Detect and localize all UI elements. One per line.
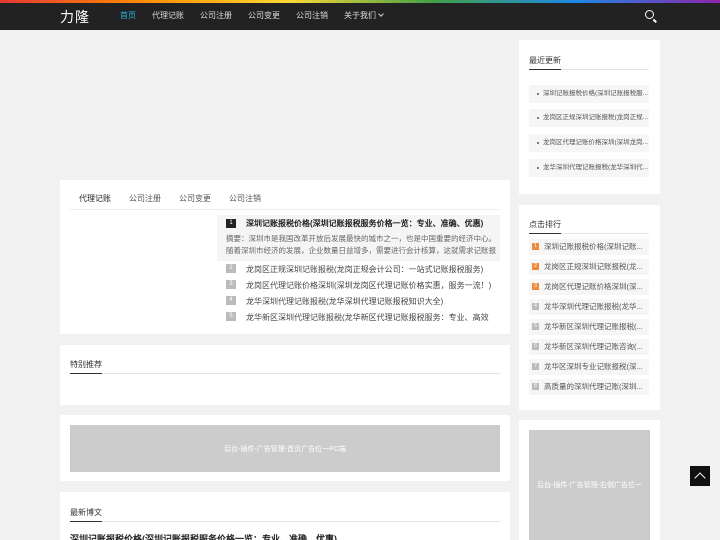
- tab-change[interactable]: 公司变更: [170, 189, 220, 210]
- ad-banner[interactable]: 后台-插件-广告管理-首页广告位一PC端: [70, 425, 500, 472]
- recent-item-label: 龙岗区代理记账价格深圳(深圳龙岗...: [543, 139, 649, 146]
- rank-item-label: 龙华深圳代理记账报税(龙华...: [544, 302, 643, 311]
- rank-item[interactable]: 3 龙岗区代理记账价格深圳(深...: [529, 279, 649, 295]
- rank-badge: 8: [532, 383, 539, 390]
- recent-item-label: 龙华深圳代理记账报税(龙华深圳代...: [543, 164, 649, 171]
- section-underline: [70, 373, 102, 374]
- rank-badge: 4: [532, 303, 539, 310]
- highlight-summary: 摘要：深圳市是我国改革开放后发展最快的城市之一，也是中国重要的经济中心。随着深圳…: [226, 234, 496, 255]
- recent-item-label: 龙岗区正规深圳记账报税(龙岗正规...: [543, 114, 649, 121]
- nav-registration[interactable]: 公司注册: [192, 3, 240, 30]
- rank-item[interactable]: 2 龙岗区正规深圳记账报税(龙...: [529, 259, 649, 275]
- search-icon[interactable]: [645, 10, 654, 19]
- rank-badge: 7: [532, 363, 539, 370]
- rank-item[interactable]: 6 龙华新区深圳代理记账咨询(...: [529, 339, 649, 355]
- recent-item[interactable]: 龙岗区正规深圳记账报税(龙岗正规...: [529, 109, 649, 127]
- recent-title: 最近更新: [529, 56, 561, 65]
- latest-title: 最新博文: [70, 508, 102, 517]
- section-underline: [529, 69, 561, 70]
- article-link[interactable]: 龙岗区正规深圳记账报税(龙岗正规会计公司：一站式记账报税服务): [246, 264, 498, 275]
- rank-badge: 2: [532, 263, 539, 270]
- nav-cancellation[interactable]: 公司注销: [288, 3, 336, 30]
- chevron-down-icon: [378, 11, 384, 17]
- special-title: 特别推荐: [70, 360, 102, 369]
- section-underline: [70, 521, 102, 522]
- rank-item-label: 龙华区深圳专业记账报税(深...: [544, 362, 643, 371]
- main-nav: 首页 代理记账 公司注册 公司变更 公司注销 关于我们: [112, 3, 391, 30]
- tab-registration[interactable]: 公司注册: [120, 189, 170, 210]
- rank-badge: 6: [532, 343, 539, 350]
- rank-item-label: 龙华新区深圳代理记账报税(...: [544, 322, 643, 331]
- article-rank: 1: [226, 219, 236, 228]
- site-header: 力隆 首页 代理记账 公司注册 公司变更 公司注销 关于我们: [0, 3, 720, 30]
- article-link[interactable]: 龙华深圳代理记账报税(龙华深圳代理记账报税知识大全): [246, 296, 498, 307]
- rank-badge: 1: [532, 243, 539, 250]
- article-link[interactable]: 龙岗区代理记账价格深圳(深圳龙岗区代理记账价格实惠，服务一流！): [246, 280, 498, 291]
- article-rank: 3: [226, 280, 236, 289]
- rank-badge: 5: [532, 323, 539, 330]
- back-to-top-button[interactable]: [690, 466, 710, 486]
- ranking-title: 点击排行: [529, 220, 561, 229]
- tab-cancellation[interactable]: 公司注销: [220, 189, 270, 210]
- bullet-icon: [537, 142, 539, 144]
- special-panel: [60, 345, 510, 405]
- nav-about[interactable]: 关于我们: [336, 3, 391, 30]
- article-rank: 4: [226, 296, 236, 305]
- article-rank: 2: [226, 264, 236, 273]
- section-divider: [70, 373, 500, 374]
- bullet-icon: [537, 117, 539, 119]
- rank-item-label: 龙华新区深圳代理记账咨询(...: [544, 342, 643, 351]
- nav-change[interactable]: 公司变更: [240, 3, 288, 30]
- section-divider: [70, 521, 500, 522]
- rank-badge: 3: [532, 283, 539, 290]
- rank-item-label: 龙岗区代理记账价格深圳(深...: [544, 282, 643, 291]
- highlight-title[interactable]: 深圳记账报税价格(深圳记账报税服务价格一览：专业、准确、优惠): [246, 218, 498, 229]
- bullet-icon: [537, 167, 539, 169]
- tab-bookkeeping[interactable]: 代理记账: [70, 189, 120, 210]
- recent-item-label: 深圳记账报税价格(深圳记账报税服...: [543, 90, 649, 97]
- tab-divider: [70, 209, 500, 210]
- rank-item[interactable]: 8 高质量的深圳代理记账(深圳...: [529, 379, 649, 395]
- bullet-icon: [537, 93, 539, 95]
- latest-first-title[interactable]: 深圳记账报税价格(深圳记账报税服务价格一览：专业、准确、优惠): [70, 532, 337, 540]
- article-rank: 5: [226, 312, 236, 321]
- category-tabs: 代理记账 公司注册 公司变更 公司注销: [70, 189, 510, 210]
- rank-item[interactable]: 5 龙华新区深圳代理记账报税(...: [529, 319, 649, 335]
- article-link[interactable]: 龙华新区深圳代理记账报税(龙华新区代理记账报税服务：专业、高效: [246, 312, 498, 323]
- recent-item[interactable]: 深圳记账报税价格(深圳记账报税服...: [529, 85, 649, 103]
- nav-about-label: 关于我们: [344, 11, 376, 20]
- nav-bookkeeping[interactable]: 代理记账: [144, 3, 192, 30]
- side-ad-banner[interactable]: 后台-插件-广告管理-右侧广告位一: [529, 430, 650, 540]
- rank-item-label: 深圳记账报税价格(深圳记账...: [544, 242, 643, 251]
- rank-item-label: 高质量的深圳代理记账(深圳...: [544, 382, 643, 391]
- rank-item[interactable]: 7 龙华区深圳专业记账报税(深...: [529, 359, 649, 375]
- site-logo[interactable]: 力隆: [60, 7, 90, 27]
- rank-item-label: 龙岗区正规深圳记账报税(龙...: [544, 262, 643, 271]
- section-underline: [529, 233, 561, 234]
- recent-item[interactable]: 龙岗区代理记账价格深圳(深圳龙岗...: [529, 134, 649, 152]
- rank-item[interactable]: 4 龙华深圳代理记账报税(龙华...: [529, 299, 649, 315]
- recent-item[interactable]: 龙华深圳代理记账报税(龙华深圳代...: [529, 159, 649, 177]
- rank-item[interactable]: 1 深圳记账报税价格(深圳记账...: [529, 239, 649, 255]
- nav-home[interactable]: 首页: [112, 3, 144, 30]
